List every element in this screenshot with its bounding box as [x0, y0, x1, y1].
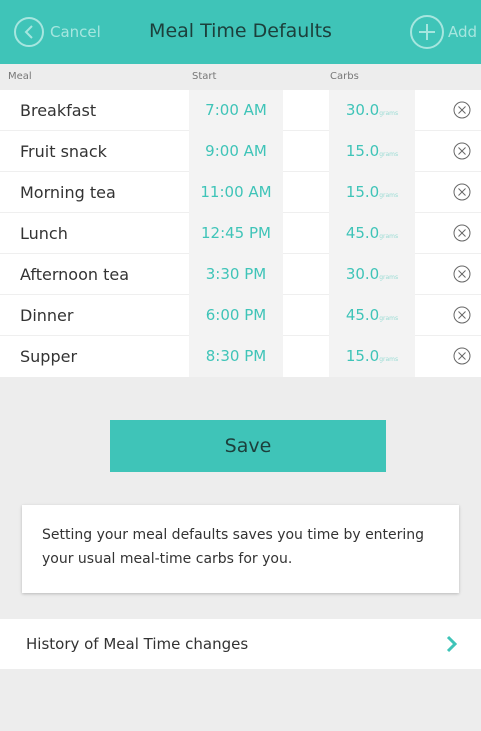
carbs-amount: 45.0: [345, 224, 380, 242]
delete-circle-x-icon[interactable]: [453, 142, 471, 160]
page-title: Meal Time Defaults: [149, 20, 332, 42]
table-row: Dinner 6:00 PM 45.0grams: [0, 295, 481, 336]
table-row: Lunch 12:45 PM 45.0grams: [0, 213, 481, 254]
meal-table: Breakfast 7:00 AM 30.0grams Fruit snack …: [0, 90, 481, 377]
delete-circle-x-icon[interactable]: [453, 347, 471, 365]
table-row: Supper 8:30 PM 15.0grams: [0, 336, 481, 377]
start-time[interactable]: 3:30 PM: [189, 254, 283, 295]
history-label: History of Meal Time changes: [26, 635, 249, 653]
delete-circle-x-icon[interactable]: [453, 101, 471, 119]
delete-circle-x-icon[interactable]: [453, 306, 471, 324]
meal-name[interactable]: Breakfast: [20, 90, 185, 131]
delete-circle-x-icon[interactable]: [453, 183, 471, 201]
meal-name[interactable]: Dinner: [20, 295, 185, 336]
carbs-unit: grams: [379, 151, 399, 158]
carbs-value[interactable]: 30.0grams: [329, 90, 415, 131]
column-header-start: Start: [192, 71, 217, 82]
delete-circle-x-icon[interactable]: [453, 265, 471, 283]
start-time[interactable]: 6:00 PM: [189, 295, 283, 336]
carbs-value[interactable]: 15.0grams: [329, 336, 415, 377]
table-row: Fruit snack 9:00 AM 15.0grams: [0, 131, 481, 172]
column-header-meal: Meal: [8, 71, 32, 82]
chevron-right-icon: [446, 635, 458, 653]
start-time[interactable]: 12:45 PM: [189, 213, 283, 254]
table-row: Morning tea 11:00 AM 15.0grams: [0, 172, 481, 213]
carbs-amount: 15.0: [345, 347, 380, 365]
carbs-amount: 45.0: [345, 306, 380, 324]
carbs-amount: 30.0: [345, 265, 380, 283]
carbs-unit: grams: [379, 274, 399, 281]
start-time[interactable]: 8:30 PM: [189, 336, 283, 377]
carbs-unit: grams: [379, 110, 399, 117]
start-time[interactable]: 7:00 AM: [189, 90, 283, 131]
meal-name[interactable]: Morning tea: [20, 172, 185, 213]
carbs-amount: 30.0: [345, 101, 380, 119]
plus-icon: [409, 15, 444, 49]
carbs-value[interactable]: 15.0grams: [329, 172, 415, 213]
carbs-unit: grams: [379, 192, 399, 199]
meal-name[interactable]: Fruit snack: [20, 131, 185, 172]
meal-name[interactable]: Afternoon tea: [20, 254, 185, 295]
nav-bar: Cancel Meal Time Defaults Add: [0, 0, 481, 64]
add-label: Add: [447, 23, 477, 41]
carbs-value[interactable]: 45.0grams: [329, 213, 415, 254]
meal-name[interactable]: Lunch: [20, 213, 185, 254]
history-link[interactable]: History of Meal Time changes: [0, 619, 481, 669]
carbs-value[interactable]: 30.0grams: [329, 254, 415, 295]
carbs-value[interactable]: 45.0grams: [329, 295, 415, 336]
info-card: Setting your meal defaults saves you tim…: [22, 505, 459, 593]
start-time[interactable]: 11:00 AM: [189, 172, 283, 213]
carbs-amount: 15.0: [345, 142, 380, 160]
meal-name[interactable]: Supper: [20, 336, 185, 377]
delete-circle-x-icon[interactable]: [453, 224, 471, 242]
carbs-unit: grams: [379, 315, 399, 322]
table-row: Afternoon tea 3:30 PM 30.0grams: [0, 254, 481, 295]
column-header-carbs: Carbs: [330, 71, 359, 82]
carbs-unit: grams: [379, 233, 399, 240]
start-time[interactable]: 9:00 AM: [189, 131, 283, 172]
table-row: Breakfast 7:00 AM 30.0grams: [0, 90, 481, 131]
save-button[interactable]: Save: [110, 420, 386, 472]
column-headers: Meal Start Carbs: [0, 64, 481, 90]
carbs-unit: grams: [379, 356, 399, 363]
add-button[interactable]: Add: [409, 14, 477, 50]
carbs-amount: 15.0: [345, 183, 380, 201]
carbs-value[interactable]: 15.0grams: [329, 131, 415, 172]
